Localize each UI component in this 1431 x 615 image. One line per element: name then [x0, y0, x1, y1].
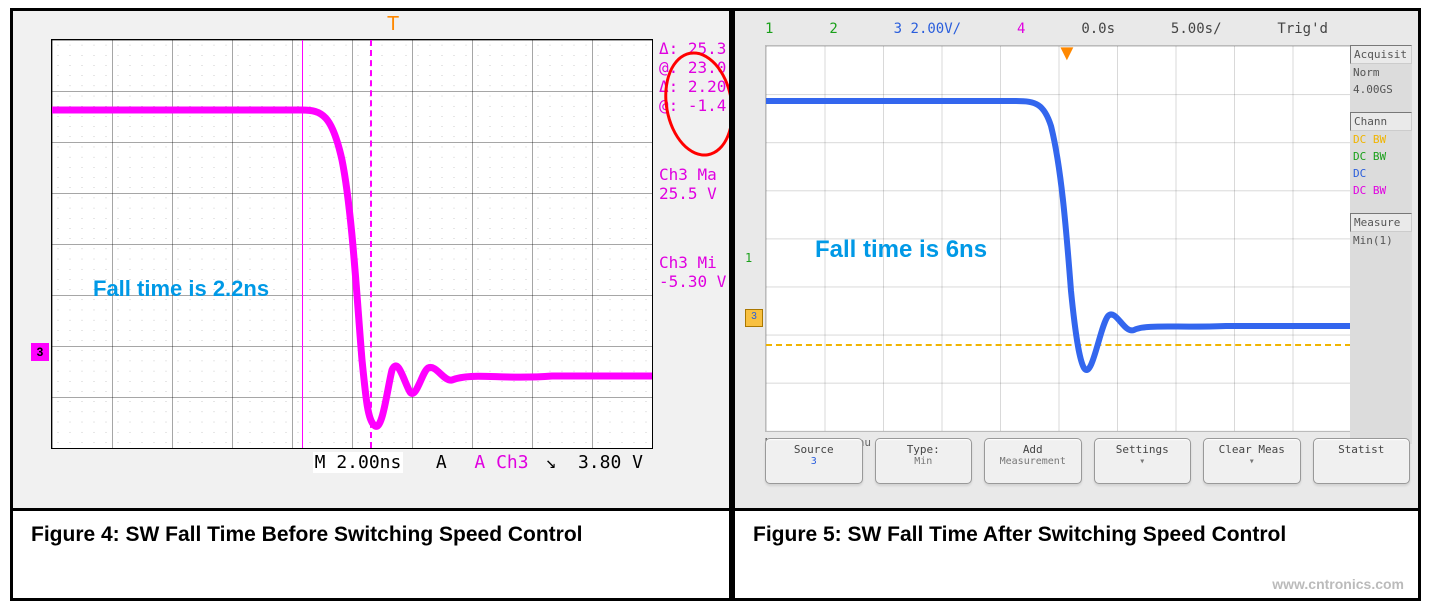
figure-4-panel: T 3 Fall time is 2.2ns Δ: 25.3 @: 23.0 Δ…: [10, 8, 732, 511]
softkey-source[interactable]: Source3: [765, 438, 863, 484]
fig4-readout: Δ: 25.3 @: 23.0 Δ: 2.20 @: -1.4 Ch3 Ma 2…: [659, 39, 721, 291]
fig5-ch1-label: 1: [765, 21, 773, 43]
fig4-trig-edge-icon: ↘: [545, 452, 556, 473]
fig4-plot-area: [51, 39, 653, 449]
fig5-ch4-label: 4: [1017, 21, 1025, 43]
softkey-settings[interactable]: Settings▾: [1094, 438, 1192, 484]
figure-5-panel: 1 2 3 2.00V/ 4 0.0s 5.00s/ Trig'd 1 3 ▼ …: [732, 8, 1421, 511]
fig4-timebase: M 2.00ns: [313, 452, 404, 473]
figure-5-caption: Figure 5: SW Fall Time After Switching S…: [732, 511, 1421, 601]
side-chan-header: Chann: [1350, 112, 1412, 131]
fig4-trig-src: A Ch3: [474, 452, 528, 473]
fig4-trig-area: A: [436, 452, 447, 473]
trigger-marker-icon: T: [387, 13, 399, 36]
fig5-annotation: Fall time is 6ns: [815, 236, 987, 264]
fig4-status-bar: M 2.00ns A A Ch3 ↘ 3.80 V: [51, 449, 651, 476]
fig5-ch1-marker: 1: [745, 251, 752, 265]
figure-5-caption-text: Figure 5: SW Fall Time After Switching S…: [753, 523, 1286, 546]
fig5-trig-state: Trig'd: [1277, 21, 1328, 43]
fig5-softkey-row: Source3 Type:Min AddMeasurement Settings…: [765, 438, 1410, 484]
side-meas-header: Measure: [1350, 213, 1412, 232]
watermark: www.cntronics.com: [1272, 575, 1404, 594]
fig4-waveform: [52, 40, 652, 448]
fig5-side-panel: Acquisit Norm 4.00GS Chann DC BW DC BW D…: [1350, 45, 1412, 444]
readout-ch3-max-label: Ch3 Ma: [659, 165, 721, 184]
fig5-time-pos: 0.0s: [1081, 21, 1115, 43]
side-acq-rate: 4.00GS: [1350, 81, 1412, 98]
fig5-timebase: 5.00s/: [1171, 21, 1222, 43]
fig5-top-status: 1 2 3 2.00V/ 4 0.0s 5.00s/ Trig'd: [765, 21, 1328, 43]
side-ch3-coupling: DC: [1350, 165, 1412, 182]
softkey-statistics[interactable]: Statist: [1313, 438, 1411, 484]
fig4-annotation: Fall time is 2.2ns: [93, 276, 269, 302]
side-acq-header: Acquisit: [1350, 45, 1412, 64]
fig5-ch3-label: 3 2.00V/: [894, 21, 961, 43]
side-ch4-coupling: DC BW: [1350, 182, 1412, 199]
softkey-type[interactable]: Type:Min: [875, 438, 973, 484]
channel-3-marker: 3: [31, 343, 49, 361]
readout-ch3-max-value: 25.5 V: [659, 184, 721, 203]
softkey-clear-meas[interactable]: Clear Meas▾: [1203, 438, 1301, 484]
fig4-trig-level: 3.80 V: [578, 452, 643, 473]
fig5-ch3-marker: 3: [745, 309, 763, 327]
side-ch2-coupling: DC BW: [1350, 148, 1412, 165]
softkey-add-measurement[interactable]: AddMeasurement: [984, 438, 1082, 484]
side-acq-mode: Norm: [1350, 64, 1412, 81]
side-ch1-coupling: DC BW: [1350, 131, 1412, 148]
readout-ch3-min-label: Ch3 Mi: [659, 253, 721, 272]
figure-4-caption: Figure 4: SW Fall Time Before Switching …: [10, 511, 732, 601]
side-meas-value: Min(1): [1350, 232, 1412, 249]
fig5-ch2-label: 2: [829, 21, 837, 43]
readout-ch3-min-value: -5.30 V: [659, 272, 721, 291]
